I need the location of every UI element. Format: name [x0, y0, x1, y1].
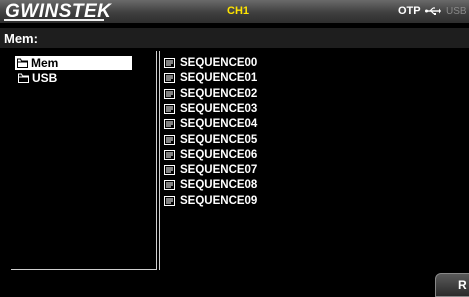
- otp-indicator: OTP: [398, 5, 421, 17]
- file-label: SEQUENCE00: [180, 57, 258, 69]
- file-item[interactable]: SEQUENCE09: [164, 195, 257, 207]
- softkey-r[interactable]: R: [435, 273, 469, 297]
- logo-underline: [4, 19, 104, 21]
- file-icon: [164, 195, 175, 206]
- file-item[interactable]: SEQUENCE06: [164, 149, 257, 161]
- file-label: SEQUENCE09: [180, 194, 258, 207]
- file-icon: [164, 149, 175, 160]
- usb-icon: [425, 7, 441, 15]
- folder-item-mem[interactable]: Mem: [15, 56, 132, 70]
- status-bar: GWINSTEK CH1 OTP USB: [0, 0, 469, 23]
- file-label: SEQUENCE01: [180, 72, 258, 85]
- file-label: SEQUENCE08: [180, 179, 258, 192]
- file-item[interactable]: SEQUENCE05: [164, 134, 257, 146]
- file-label: SEQUENCE06: [180, 148, 258, 161]
- file-icon: [164, 103, 175, 114]
- file-icon: [164, 165, 175, 176]
- file-item[interactable]: SEQUENCE04: [164, 118, 257, 130]
- current-path: Mem:: [4, 31, 38, 46]
- channel-indicator: CH1: [227, 5, 250, 17]
- file-icon: [164, 73, 175, 84]
- file-item[interactable]: SEQUENCE02: [164, 88, 257, 100]
- folder-label: USB: [32, 71, 58, 85]
- file-item[interactable]: SEQUENCE00: [164, 57, 257, 69]
- softkey-label: R: [458, 278, 467, 292]
- usb-status: USB: [446, 6, 467, 17]
- folder-icon: [18, 73, 29, 83]
- file-item[interactable]: SEQUENCE03: [164, 103, 257, 115]
- path-bar: Mem:: [0, 28, 469, 48]
- file-label: SEQUENCE04: [180, 118, 258, 131]
- file-icon: [164, 88, 175, 99]
- folder-item-usb[interactable]: USB: [16, 71, 57, 85]
- folder-icon: [17, 58, 28, 68]
- folder-label: Mem: [31, 56, 59, 70]
- file-item[interactable]: SEQUENCE07: [164, 164, 257, 176]
- file-label: SEQUENCE05: [180, 133, 258, 146]
- file-label: SEQUENCE03: [180, 102, 258, 115]
- file-icon: [164, 134, 175, 145]
- file-item[interactable]: SEQUENCE08: [164, 179, 257, 191]
- file-icon: [164, 180, 175, 191]
- file-label: SEQUENCE02: [180, 87, 258, 100]
- file-label: SEQUENCE07: [180, 164, 258, 177]
- file-item[interactable]: SEQUENCE01: [164, 72, 257, 84]
- file-icon: [164, 119, 175, 130]
- file-icon: [164, 58, 175, 68]
